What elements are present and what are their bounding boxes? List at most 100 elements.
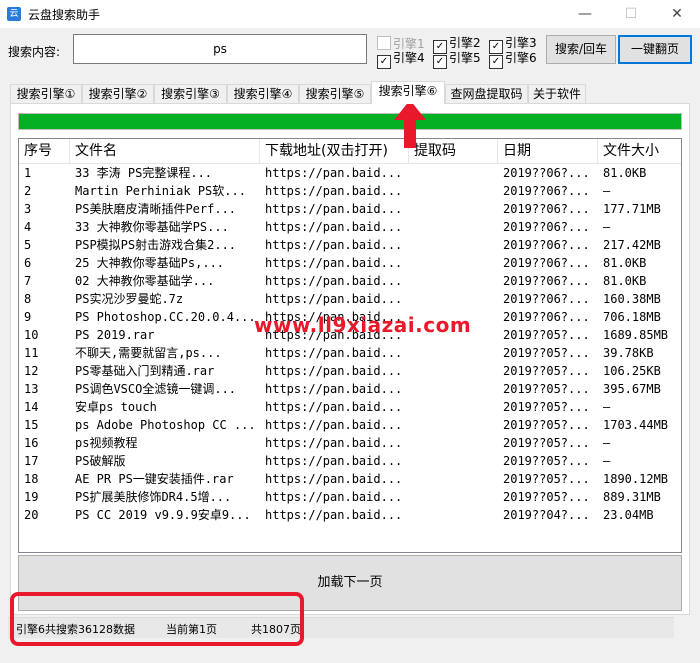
table-cell: 2019??06?... — [503, 310, 590, 324]
table-cell: 33 李涛 PS完整课程... — [75, 166, 213, 180]
table-cell: 5 — [24, 238, 32, 252]
column-header[interactable]: 日期 — [498, 139, 598, 163]
watermark: www.ll9xiazai.com — [254, 313, 472, 337]
table-cell: Martin Perhiniak PS软... — [75, 184, 246, 198]
table-cell — [409, 488, 498, 506]
table-cell: PS破解版 — [75, 454, 126, 468]
table-row[interactable]: 2 Martin Perhiniak PS软... https://pan.baid… — [19, 182, 681, 200]
table-cell: PS美肤磨皮清晰插件Perf... — [75, 202, 237, 216]
column-header[interactable]: 下载地址(双击打开) — [260, 139, 409, 163]
table-cell: 2019??04?... — [503, 508, 590, 522]
engine-label: 引擎5 — [449, 51, 481, 65]
table-cell: https://pan.baid... — [265, 454, 403, 468]
table-row[interactable]: 16 ps视频教程 https://pan.baid... 2019??05?... — — [19, 434, 681, 452]
table-cell: https://pan.baid... — [265, 256, 403, 270]
engine-label: 引擎6 — [505, 51, 537, 65]
table-cell: 2019??06?... — [503, 220, 590, 234]
arrow-up-icon — [394, 100, 426, 148]
engine-checkbox-4[interactable]: ✓ 引擎4 — [377, 51, 425, 69]
engine-checkbox-5[interactable]: ✓ 引擎5 — [433, 51, 481, 69]
table-cell: 2019??05?... — [503, 418, 590, 432]
table-cell: 2019??05?... — [503, 454, 590, 468]
tab-engine-2[interactable]: 搜索引擎② — [82, 84, 154, 103]
column-header[interactable]: 文件大小 — [598, 139, 681, 163]
table-cell: 395.67MB — [603, 382, 661, 396]
table-row[interactable]: 20 PS CC 2019 v9.9.9安卓9... https://pan.bai… — [19, 506, 681, 524]
check-icon: ✓ — [433, 55, 447, 69]
table-cell: 2019??06?... — [503, 184, 590, 198]
table-cell: PS实况沙罗曼蛇.7z — [75, 292, 184, 306]
close-icon[interactable]: ✕ — [654, 0, 700, 28]
table-cell: 2019??05?... — [503, 472, 590, 486]
tab-extract-code[interactable]: 查网盘提取码 — [445, 84, 528, 103]
app-icon: 云 — [7, 7, 21, 21]
table-cell: 4 — [24, 220, 32, 234]
table-cell: 2019??05?... — [503, 328, 590, 342]
table-cell: 8 — [24, 292, 32, 306]
table-cell: 15 — [24, 418, 39, 432]
table-row[interactable]: 1 33 李涛 PS完整课程... https://pan.baid... 2019?… — [19, 164, 681, 182]
results-table[interactable]: 序号 文件名 下载地址(双击打开) 提取码 日期 文件大小 1 33 李涛 PS完… — [18, 138, 682, 553]
table-cell: 16 — [24, 436, 39, 450]
table-cell — [409, 362, 498, 380]
table-cell: 160.38MB — [603, 292, 661, 306]
table-cell: 2019??06?... — [503, 238, 590, 252]
table-cell: 39.78KB — [603, 346, 654, 360]
table-cell — [409, 434, 498, 452]
engine-label: 引擎1 — [393, 37, 425, 51]
tab-engine-3[interactable]: 搜索引擎③ — [154, 84, 227, 103]
table-cell: PS扩展美肤修饰DR4.5增... — [75, 490, 232, 504]
search-button[interactable]: 搜索/回车 — [546, 35, 616, 64]
table-cell: 706.18MB — [603, 310, 661, 324]
table-row[interactable]: 4 33 大神教你零基础学PS... https://pan.baid... 2019… — [19, 218, 681, 236]
table-row[interactable]: 7 02 大神教你零基础学... https://pan.baid... 2019??… — [19, 272, 681, 290]
table-cell: https://pan.baid... — [265, 508, 403, 522]
table-cell: https://pan.baid... — [265, 184, 403, 198]
tab-engine-5[interactable]: 搜索引擎⑤ — [299, 84, 371, 103]
minimize-icon[interactable]: — — [562, 0, 608, 28]
table-cell: 2019??05?... — [503, 382, 590, 396]
column-header[interactable]: 文件名 — [70, 139, 260, 163]
table-row[interactable]: 11 不聊天,需要就留言,ps... https://pan.baid... 2019… — [19, 344, 681, 362]
maximize-icon[interactable]: ☐ — [608, 0, 654, 28]
table-cell: 18 — [24, 472, 39, 486]
table-cell: PS调色VSCO全滤镜一键调... — [75, 382, 237, 396]
tab-engine-4[interactable]: 搜索引擎④ — [227, 84, 299, 103]
table-cell: 7 — [24, 274, 32, 288]
table-row[interactable]: 8 PS实况沙罗曼蛇.7z https://pan.baid... 2019??06?… — [19, 290, 681, 308]
table-cell: AE PR PS一键安装插件.rar — [75, 472, 234, 486]
tab-engine-6[interactable]: 搜索引擎⑥ — [371, 81, 445, 104]
table-row[interactable]: 17 PS破解版 https://pan.baid... 2019??05?... — — [19, 452, 681, 470]
table-cell: 12 — [24, 364, 39, 378]
status-highlight-box — [10, 592, 304, 646]
engine-checkbox-1[interactable]: 引擎1 — [377, 36, 425, 52]
table-row[interactable]: 5 PSP模拟PS射击游戏合集2... https://pan.baid... 201… — [19, 236, 681, 254]
engine-checkbox-3[interactable]: ✓ 引擎3 — [489, 36, 537, 54]
engine-checkbox-6[interactable]: ✓ 引擎6 — [489, 51, 537, 69]
table-row[interactable]: 6 25 大神教你零基础Ps,... https://pan.baid... 2019… — [19, 254, 681, 272]
table-cell: 1689.85MB — [603, 328, 669, 342]
search-input[interactable] — [73, 34, 367, 64]
table-row[interactable]: 18 AE PR PS一键安装插件.rar https://pan.baid... 2… — [19, 470, 681, 488]
table-cell: PS零基础入门到精通.rar — [75, 364, 215, 378]
table-row[interactable]: 13 PS调色VSCO全滤镜一键调... https://pan.baid... 20… — [19, 380, 681, 398]
table-cell: 02 大神教你零基础学... — [75, 274, 215, 288]
table-row[interactable]: 15 ps Adobe Photoshop CC ... https://pan.b… — [19, 416, 681, 434]
engine-checkbox-2[interactable]: ✓ 引擎2 — [433, 36, 481, 54]
table-row[interactable]: 3 PS美肤磨皮清晰插件Perf... https://pan.baid... 201… — [19, 200, 681, 218]
table-cell: https://pan.baid... — [265, 166, 403, 180]
checkbox-icon — [377, 36, 391, 50]
tab-engine-1[interactable]: 搜索引擎① — [10, 84, 82, 103]
table-cell: 2019??05?... — [503, 364, 590, 378]
table-row[interactable]: 14 安卓ps touch https://pan.baid... 2019??05?… — [19, 398, 681, 416]
table-row[interactable]: 12 PS零基础入门到精通.rar https://pan.baid... 2019?… — [19, 362, 681, 380]
table-row[interactable]: 19 PS扩展美肤修饰DR4.5增... https://pan.baid... 20… — [19, 488, 681, 506]
table-cell — [409, 506, 498, 524]
flip-page-button[interactable]: 一键翻页 — [618, 35, 692, 64]
table-cell — [409, 182, 498, 200]
column-header[interactable]: 序号 — [19, 139, 70, 163]
table-cell: ps Adobe Photoshop CC ... — [75, 418, 256, 432]
table-cell: https://pan.baid... — [265, 274, 403, 288]
tab-about[interactable]: 关于软件 — [528, 84, 586, 103]
table-cell: PSP模拟PS射击游戏合集2... — [75, 238, 237, 252]
